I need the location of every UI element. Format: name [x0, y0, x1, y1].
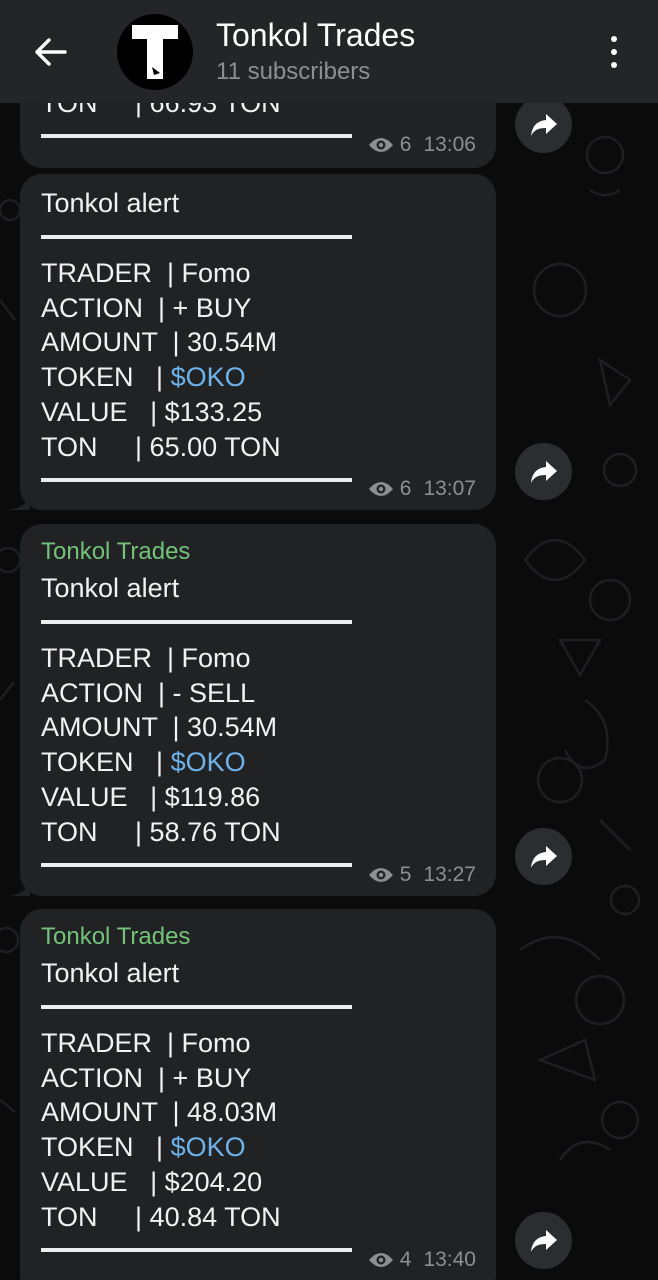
- value-line: VALUE | $119.86: [41, 781, 261, 812]
- eye-icon: [368, 482, 393, 496]
- message-time: 13:40: [423, 1248, 476, 1271]
- message-body: TRADER | Fomo ACTION | + BUY AMOUNT | 48.0…: [41, 1026, 281, 1234]
- share-button[interactable]: [515, 1212, 572, 1269]
- share-icon: [530, 845, 557, 868]
- value-line: VALUE | $133.25: [41, 396, 263, 427]
- eye-icon: [368, 1253, 393, 1267]
- token-link[interactable]: $OKO: [171, 747, 246, 777]
- channel-title[interactable]: Tonkol Trades: [216, 17, 415, 54]
- message-bubble[interactable]: Tonkol Trades Tonkol alert TRADER | Fomo…: [8, 524, 496, 896]
- token-link[interactable]: $OKO: [171, 362, 246, 392]
- amount-line: AMOUNT | 48.03M: [41, 1097, 278, 1128]
- ton-line: TON | 40.84 TON: [41, 1201, 281, 1232]
- message-meta: 6 13:07: [368, 477, 476, 501]
- action-line: ACTION | + BUY: [41, 292, 252, 323]
- ton-line: TON | 65.00 TON: [41, 431, 281, 462]
- action-line: ACTION | - SELL: [41, 677, 256, 708]
- amount-line: AMOUNT | 30.54M: [41, 712, 278, 743]
- message-divider: [41, 1005, 352, 1009]
- message-heading: Tonkol alert: [41, 188, 180, 218]
- view-count: 6: [399, 477, 412, 500]
- message-meta: 6 13:06: [368, 133, 476, 157]
- message-divider: [41, 620, 352, 624]
- view-count: 4: [399, 1248, 412, 1271]
- token-line: TOKEN | $OKO: [41, 747, 246, 778]
- subscriber-count: 11 subscribers: [216, 58, 371, 85]
- message-meta: 5 13:27: [368, 863, 476, 887]
- message-meta: 4 13:40: [368, 1248, 476, 1272]
- trader-line: TRADER | Fomo: [41, 258, 251, 288]
- ton-line: TON | 58.76 TON: [41, 816, 281, 847]
- more-vertical-icon: [611, 36, 617, 42]
- message-divider: [41, 478, 352, 482]
- message-divider: [41, 1248, 352, 1252]
- message-divider: [41, 134, 352, 138]
- message-body: TRADER | Fomo ACTION | + BUY AMOUNT | 30.5…: [41, 256, 281, 464]
- value-line: VALUE | $204.20: [41, 1166, 263, 1197]
- back-button[interactable]: [28, 33, 72, 71]
- channel-avatar[interactable]: [117, 14, 193, 90]
- eye-icon: [368, 868, 393, 882]
- message-heading: Tonkol alert: [41, 958, 180, 988]
- view-count: 6: [399, 133, 412, 156]
- more-options-button[interactable]: [600, 30, 628, 74]
- share-button[interactable]: [515, 828, 572, 885]
- channel-avatar-logo: [132, 25, 178, 79]
- trader-line: TRADER | Fomo: [41, 643, 251, 673]
- back-arrow-icon: [35, 38, 67, 66]
- message-time: 13:07: [423, 477, 476, 500]
- message-divider: [41, 863, 352, 867]
- message-divider: [41, 235, 352, 239]
- sender-name[interactable]: Tonkol Trades: [41, 538, 190, 566]
- amount-line: AMOUNT | 30.54M: [41, 327, 278, 358]
- share-icon: [530, 460, 557, 483]
- trader-line: TRADER | Fomo: [41, 1028, 251, 1058]
- sender-name[interactable]: Tonkol Trades: [41, 923, 190, 951]
- share-icon: [530, 113, 557, 136]
- action-line: ACTION | + BUY: [41, 1062, 252, 1093]
- message-time: 13:27: [423, 863, 476, 886]
- view-count: 5: [399, 863, 412, 886]
- message-body: TRADER | Fomo ACTION | - SELL AMOUNT | 30.…: [41, 641, 281, 849]
- eye-icon: [368, 138, 393, 152]
- token-line: TOKEN | $OKO: [41, 1132, 246, 1163]
- share-button[interactable]: [515, 443, 572, 500]
- message-heading: Tonkol alert: [41, 573, 180, 603]
- chat-header: Tonkol Trades 11 subscribers: [0, 0, 658, 103]
- share-icon: [530, 1229, 557, 1252]
- message-bubble[interactable]: Tonkol Trades Tonkol alert TRADER | Fomo…: [20, 909, 496, 1280]
- token-link[interactable]: $OKO: [171, 1132, 246, 1162]
- share-button[interactable]: [515, 96, 572, 153]
- message-bubble[interactable]: Tonkol alert TRADER | Fomo ACTION | + BUY…: [8, 174, 496, 510]
- message-time: 13:06: [423, 133, 476, 156]
- token-line: TOKEN | $OKO: [41, 362, 246, 393]
